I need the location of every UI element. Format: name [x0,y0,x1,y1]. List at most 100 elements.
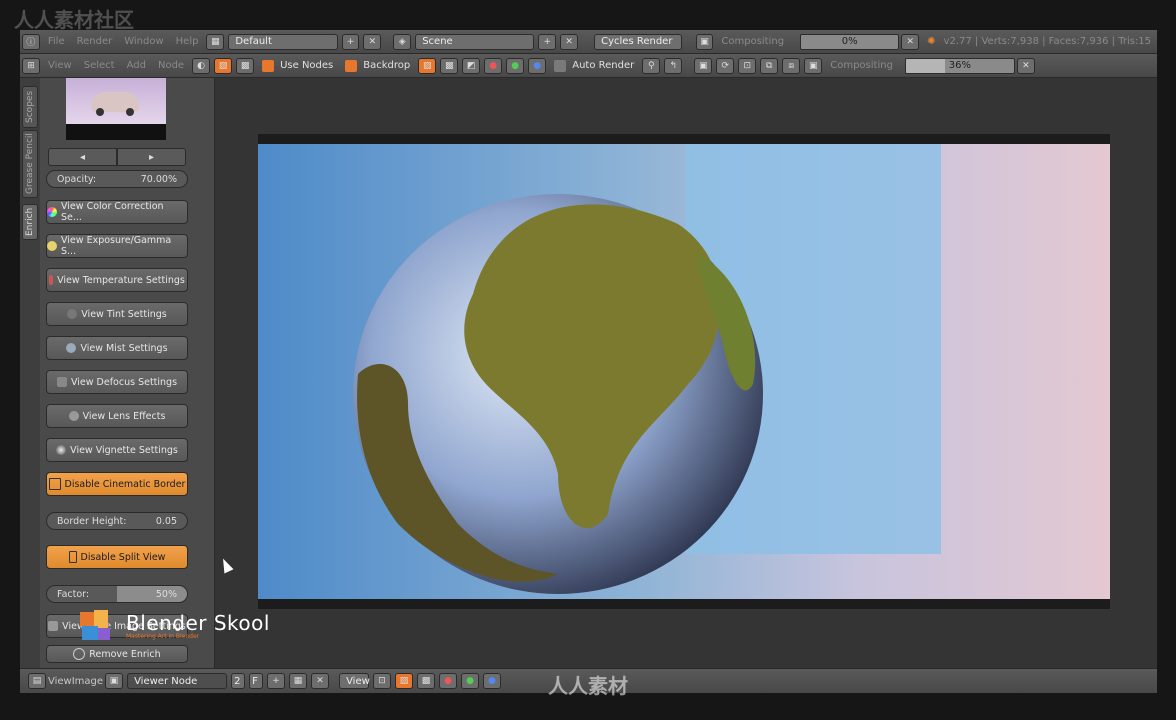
node-editor-type-icon[interactable]: ⊞ [22,57,40,74]
disable-split-view-button[interactable]: Disable Split View [46,545,188,569]
compositing-label: Compositing [721,36,785,47]
green-channel-icon[interactable]: ● [506,57,525,74]
blender-skool-logo: Blender Skool Mastering Art in Blender [78,608,270,642]
border-height-slider[interactable]: Border Height: 0.05 [46,512,188,530]
menu-file[interactable]: File [48,36,65,47]
remove-enrich-label: Remove Enrich [89,648,161,660]
unlink-image-button[interactable]: ✕ [311,673,330,689]
layout-icon[interactable]: ▦ [206,33,225,50]
vignette-icon [56,445,67,455]
menu-select[interactable]: Select [84,60,115,71]
watermark-top: 人人素材社区 [14,8,134,32]
shader-nodes-icon[interactable]: ◐ [192,57,211,74]
backdrop-channel-icon[interactable]: ▨ [418,57,437,74]
view-lens-effects-button[interactable]: View Lens Effects [46,404,188,428]
tab-grease-pencil[interactable]: Grease Pencil [22,130,38,198]
tint-icon [67,309,78,319]
menu-node[interactable]: Node [158,60,184,71]
view-temperature-button[interactable]: View Temperature Settings [46,268,188,292]
snap-mode-icon[interactable]: ⊡ [738,57,757,74]
view-color-correction-button[interactable]: View Color Correction Se... [46,200,188,224]
alpha-display-icon[interactable]: ▩ [417,673,436,689]
parent-icon[interactable]: ↰ [664,57,683,74]
texture-nodes-icon[interactable]: ▩ [236,57,255,74]
info-header: ⓘ File Render Window Help ▦ Default + ✕ … [20,30,1157,54]
view-color-correction-label: View Color Correction Se... [61,201,164,223]
menu-view[interactable]: View [48,60,72,71]
tab-scopes[interactable]: Scopes [22,86,38,128]
opacity-value: 70.00% [140,173,177,185]
menu-window[interactable]: Window [124,36,163,47]
add-scene-button[interactable]: + [538,33,557,50]
render-engine-select[interactable]: Cycles Render [594,33,682,50]
use-nodes-checkbox[interactable] [262,59,275,72]
node-editor-backdrop[interactable] [215,78,1157,668]
backdrop-checkbox[interactable] [345,59,358,72]
green-display-icon[interactable]: ● [461,673,480,689]
blue-display-icon[interactable]: ● [483,673,502,689]
scene-stats: v2.77 | Verts:7,938 | Faces:7,936 | Tris… [943,36,1152,47]
menu-help[interactable]: Help [176,36,199,47]
layout-field[interactable]: Default [228,33,338,50]
scene-field[interactable]: Scene [415,33,535,50]
menu-image[interactable]: Image [72,676,103,687]
disable-cinematic-border-button[interactable]: Disable Cinematic Border [46,472,188,496]
red-channel-icon[interactable]: ● [484,57,503,74]
compositing-job-progress: 36% [904,57,1015,74]
image-slot-field[interactable]: 2 [231,673,246,689]
paste-nodes-icon[interactable]: ⧈ [782,57,801,74]
opacity-slider[interactable]: Opacity: 70.00% [46,170,188,188]
split-view-icon [68,551,77,563]
lens-icon [68,411,79,421]
cinematic-border-icon [48,478,61,490]
factor-value: 50% [155,588,177,600]
compositor-nodes-icon[interactable]: ▨ [214,57,233,74]
color-icon[interactable]: ◩ [462,57,481,74]
copy-nodes-icon[interactable]: ⧉ [760,57,779,74]
menu-bottom-view[interactable]: View [48,676,72,687]
panel-tab-strip: Scopes Grease Pencil Enrich [20,78,40,668]
view-tint-label: View Tint Settings [81,308,167,320]
view-tint-button[interactable]: View Tint Settings [46,302,188,326]
alpha-icon[interactable]: ▩ [440,57,459,74]
blender-skool-name: Blender Skool [126,610,270,635]
view-mode-select[interactable]: View [339,673,370,689]
display-channels-icon[interactable]: ▨ [395,673,414,689]
menu-add[interactable]: Add [127,60,146,71]
image-browse-icon[interactable]: ▣ [105,673,124,689]
factor-slider[interactable]: Factor: 50% [46,585,188,603]
new-image-button[interactable]: + [267,673,286,689]
snap-icon[interactable]: ⟳ [716,57,735,74]
scene-icon[interactable]: ◈ [393,33,412,50]
image-editor-type-icon[interactable]: ▤ [28,673,46,689]
render-icon[interactable]: ▣ [694,57,713,74]
cancel-job-button[interactable]: ✕ [1016,57,1035,74]
image-name-field[interactable]: Viewer Node [127,673,228,689]
defocus-icon [56,377,67,387]
view-defocus-button[interactable]: View Defocus Settings [46,370,188,394]
blender-logo-icon: ✺ [927,36,936,47]
blender-window: ⓘ File Render Window Help ▦ Default + ✕ … [20,30,1157,693]
compositing-icon: ▣ [695,33,714,50]
remove-scene-button[interactable]: ✕ [560,33,579,50]
pin-icon[interactable]: ⚲ [642,57,661,74]
blue-channel-icon[interactable]: ● [528,57,547,74]
open-image-button[interactable]: ▦ [289,673,308,689]
auto-render-checkbox[interactable] [554,59,567,72]
remove-layout-button[interactable]: ✕ [363,33,382,50]
remove-enrich-button[interactable]: Remove Enrich [46,645,188,663]
view-mist-button[interactable]: View Mist Settings [46,336,188,360]
next-image-button[interactable]: ▸ [117,148,186,166]
tab-enrich[interactable]: Enrich [22,204,38,240]
add-layout-button[interactable]: + [341,33,360,50]
pivot-icon[interactable]: ⊡ [373,673,392,689]
view-vignette-button[interactable]: View Vignette Settings [46,438,188,462]
cancel-progress-button[interactable]: ✕ [901,33,920,50]
red-display-icon[interactable]: ● [439,673,458,689]
view-exposure-gamma-button[interactable]: View Exposure/Gamma S... [46,234,188,258]
image-browse-row: ◂ ▸ [48,148,186,166]
fake-user-toggle[interactable]: F [249,673,264,689]
previous-image-button[interactable]: ◂ [48,148,117,166]
info-editor-icon[interactable]: ⓘ [22,33,40,50]
menu-render[interactable]: Render [77,36,113,47]
